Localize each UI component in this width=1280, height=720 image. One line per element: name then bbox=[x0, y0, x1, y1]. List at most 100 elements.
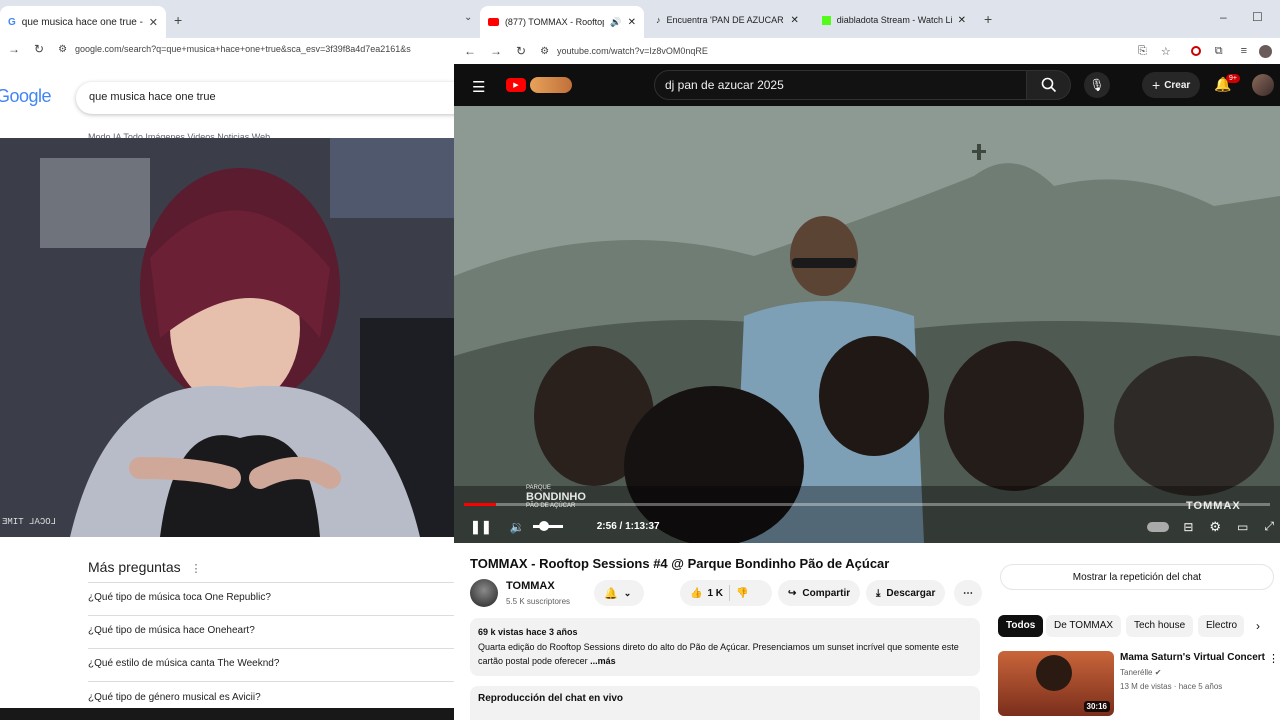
left-url-text[interactable]: google.com/search?q=que+musica+hace+one+… bbox=[75, 44, 411, 54]
tab-search-icon[interactable]: ⌄ bbox=[464, 12, 472, 23]
chip-from-channel[interactable]: De TOMMAX bbox=[1046, 615, 1122, 637]
close-tab-icon[interactable]: ✕ bbox=[149, 16, 158, 29]
webcam-scene bbox=[0, 138, 454, 537]
settings-gear-icon[interactable]: ⚙ bbox=[1209, 519, 1221, 535]
install-app-icon[interactable]: ⎘ bbox=[1138, 45, 1147, 58]
share-button[interactable]: ↪ Compartir bbox=[778, 580, 861, 606]
maximize-icon[interactable]: ☐ bbox=[1252, 10, 1263, 24]
video-player[interactable] bbox=[454, 106, 1280, 543]
question-divider bbox=[88, 648, 454, 649]
question-item-3[interactable]: ¿Qué estilo de música canta The Weeknd? bbox=[88, 658, 279, 669]
minimize-icon[interactable]: – bbox=[1220, 10, 1227, 24]
youtube-search-input[interactable]: dj pan de azucar 2025 bbox=[654, 70, 1027, 100]
youtube-logo[interactable]: ▶ bbox=[506, 77, 572, 93]
rec-more-icon[interactable]: ⋮ bbox=[1268, 652, 1279, 665]
pause-icon[interactable]: ❚❚ bbox=[470, 519, 492, 535]
youtube-search-button[interactable] bbox=[1027, 70, 1071, 100]
left-tab-google[interactable]: G que musica hace one true - Bu ✕ bbox=[0, 6, 166, 38]
volume-icon[interactable]: 🔉 bbox=[510, 520, 525, 534]
views-meta: 69 k vistas hace 3 años bbox=[478, 627, 578, 637]
share-label: Compartir bbox=[802, 587, 851, 599]
right-address-bar: ← → ↻ ⚙ youtube.com/watch?v=Iz8vOM0nqRE … bbox=[454, 38, 1280, 64]
question-item-1[interactable]: ¿Qué tipo de música toca One Republic? bbox=[88, 592, 271, 603]
google-logo[interactable]: Google bbox=[0, 86, 52, 107]
time-display: 2:56 / 1:13:37 bbox=[596, 521, 660, 532]
download-button[interactable]: ⤓ Descargar bbox=[866, 580, 946, 606]
download-label: Descargar bbox=[886, 587, 936, 599]
forward-icon[interactable]: → bbox=[490, 44, 502, 58]
rec-channel[interactable]: Tanerélle ✔ bbox=[1120, 668, 1161, 677]
forward-icon[interactable]: → bbox=[8, 42, 20, 56]
tab-youtube[interactable]: (877) TOMMAX - Rooftop S 🔊 ✕ bbox=[480, 6, 644, 38]
progress-track[interactable] bbox=[464, 503, 1270, 506]
theater-mode-icon[interactable]: ▭ bbox=[1237, 520, 1248, 534]
autoplay-toggle[interactable] bbox=[1147, 521, 1170, 532]
rec-thumbnail[interactable]: 30:16 bbox=[998, 651, 1114, 716]
google-search-input[interactable]: que musica hace one true bbox=[76, 82, 454, 114]
dislike-button[interactable]: 👎 bbox=[736, 588, 748, 599]
bookmark-star-icon[interactable]: ☆ bbox=[1161, 45, 1171, 58]
bell-icon: 🔔 bbox=[604, 587, 618, 600]
new-tab-button[interactable]: + bbox=[174, 12, 182, 28]
audio-icon[interactable]: 🔊 bbox=[610, 17, 621, 28]
video-frame bbox=[454, 106, 1280, 543]
search-icon bbox=[1041, 77, 1056, 93]
tiktok-favicon-icon: ♪ bbox=[656, 15, 661, 25]
chips-next-icon[interactable]: › bbox=[1256, 619, 1260, 633]
channel-avatar[interactable] bbox=[470, 579, 498, 607]
description-text: Quarta edição do Rooftop Sessions direto… bbox=[478, 642, 959, 666]
close-tab-icon[interactable]: ✕ bbox=[628, 17, 636, 28]
volume-slider[interactable] bbox=[532, 521, 563, 531]
question-divider bbox=[88, 582, 454, 583]
chip-all[interactable]: Todos bbox=[998, 615, 1044, 637]
extensions-icon[interactable]: ⧉ bbox=[1215, 45, 1223, 58]
like-button[interactable]: 👍 1 K bbox=[690, 588, 723, 599]
close-tab-icon[interactable]: ✕ bbox=[791, 15, 799, 26]
back-icon[interactable]: ← bbox=[464, 44, 476, 58]
question-divider bbox=[88, 681, 454, 682]
more-actions-button[interactable]: ⋯ bbox=[954, 580, 982, 606]
close-tab-icon[interactable]: ✕ bbox=[958, 15, 966, 26]
tab-kick[interactable]: diabladota Stream - Watch Live ✕ bbox=[814, 6, 974, 34]
media-control-icon[interactable]: ≡ bbox=[1241, 45, 1247, 57]
hamburger-menu-icon[interactable]: ☰ bbox=[472, 78, 485, 96]
player-controls: ❚❚ 🔉 2:56 / 1:13:37 ⊟ ⚙ ▭ ⤢ bbox=[454, 510, 1280, 543]
description-box[interactable]: 69 k vistas hace 3 años Quarta edição do… bbox=[470, 618, 980, 676]
rec-thumb-figure bbox=[1036, 655, 1072, 691]
channel-name[interactable]: TOMMAX bbox=[506, 580, 555, 592]
rec-title[interactable]: Mama Saturn's Virtual Concert bbox=[1120, 652, 1270, 663]
thumbs-up-icon: 👍 bbox=[690, 587, 703, 599]
subscribe-bell-button[interactable]: 🔔 ⌄ bbox=[594, 580, 644, 606]
question-item-4[interactable]: ¿Qué tipo de género musical es Avicii? bbox=[88, 692, 261, 703]
question-divider bbox=[88, 615, 454, 616]
subtitles-icon[interactable]: ⊟ bbox=[1183, 520, 1193, 534]
create-label: Crear bbox=[1164, 79, 1191, 91]
right-url-text[interactable]: youtube.com/watch?v=Iz8vOM0nqRE bbox=[557, 46, 708, 56]
reload-icon[interactable]: ↻ bbox=[34, 42, 44, 56]
left-browser-window: G que musica hace one true - Bu ✕ + → ↻ … bbox=[0, 0, 454, 720]
chevron-down-icon: ⌄ bbox=[623, 587, 632, 598]
chip-electro[interactable]: Electro bbox=[1198, 615, 1244, 637]
new-tab-button[interactable]: + bbox=[984, 11, 992, 27]
site-info-icon[interactable]: ⚙ bbox=[540, 46, 549, 57]
fullscreen-icon[interactable]: ⤢ bbox=[1264, 519, 1274, 534]
site-info-icon[interactable]: ⚙ bbox=[58, 44, 67, 55]
opera-extension-icon[interactable] bbox=[1190, 46, 1201, 56]
chip-tech-house[interactable]: Tech house bbox=[1126, 615, 1194, 637]
right-browser-window: ⌄ (877) TOMMAX - Rooftop S 🔊 ✕ ♪ Encuent… bbox=[454, 0, 1280, 720]
divider bbox=[729, 585, 731, 601]
google-favicon-icon: G bbox=[8, 16, 16, 28]
voice-search-icon[interactable]: 🎙 bbox=[1084, 72, 1110, 98]
tab-tiktok[interactable]: ♪ Encuentra 'PAN DE AZUCAR D ✕ bbox=[648, 6, 808, 34]
google-logo-text: Google bbox=[0, 86, 52, 106]
more-link[interactable]: ...más bbox=[590, 656, 616, 666]
show-chat-replay-button[interactable]: Mostrar la repetición del chat bbox=[1000, 564, 1274, 590]
question-item-2[interactable]: ¿Qué tipo de música hace Oneheart? bbox=[88, 625, 255, 636]
create-button[interactable]: + Crear bbox=[1142, 72, 1201, 98]
show-chat-label: Mostrar la repetición del chat bbox=[1072, 571, 1202, 583]
more-options-icon[interactable]: ⋮ bbox=[191, 563, 202, 575]
reload-icon[interactable]: ↻ bbox=[516, 44, 526, 58]
chat-replay-box[interactable]: Reproducción del chat en vivo bbox=[470, 686, 980, 720]
account-avatar[interactable] bbox=[1252, 74, 1274, 96]
profile-avatar-icon[interactable] bbox=[1259, 44, 1272, 58]
